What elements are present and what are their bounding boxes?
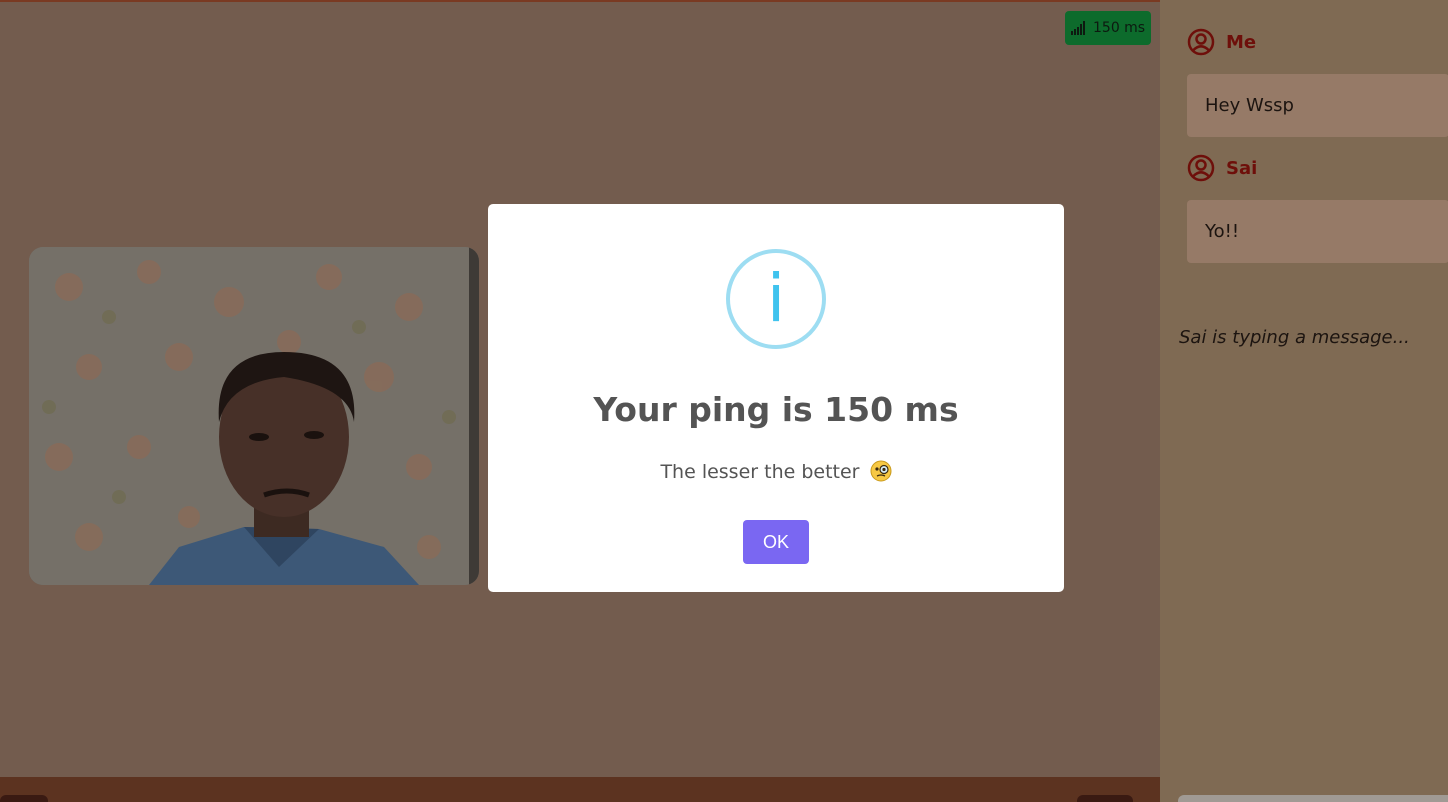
chat-message: Hey Wssp <box>1187 74 1448 137</box>
chat-message-text: Yo!! <box>1205 221 1240 242</box>
dialog-text: The lesser the better <box>488 460 1064 483</box>
chat-message-text: Hey Wssp <box>1205 95 1294 116</box>
user-circle-icon <box>1187 28 1215 56</box>
chat-sender: Sai <box>1187 154 1257 182</box>
chat-sender: Me <box>1187 28 1256 56</box>
info-icon: i <box>726 249 826 349</box>
chat-sidebar: Me Hey Wssp Sai Yo!! Sai is typing a mes… <box>1160 0 1448 802</box>
typing-indicator: Sai is typing a message... <box>1179 327 1410 348</box>
chat-sender-name: Sai <box>1226 157 1258 179</box>
webcam-image <box>29 247 479 585</box>
control-button-right[interactable] <box>1077 795 1133 802</box>
ok-button[interactable]: OK <box>743 520 809 564</box>
dialog-message: The lesser the better <box>660 461 860 483</box>
ping-badge-label: 150 ms <box>1093 20 1146 36</box>
chat-sender-name: Me <box>1226 31 1257 53</box>
user-circle-icon <box>1187 154 1215 182</box>
control-button-left[interactable] <box>0 795 48 802</box>
monocle-face-icon <box>870 460 892 482</box>
dialog-title: Your ping is 150 ms <box>593 390 959 429</box>
local-video-feed <box>29 247 479 585</box>
call-controls-bar <box>0 777 1160 802</box>
ping-badge[interactable]: 150 ms <box>1065 11 1151 45</box>
signal-bars-icon <box>1071 21 1085 35</box>
ping-dialog: i Your ping is 150 ms The lesser the bet… <box>488 204 1064 592</box>
chat-message: Yo!! <box>1187 200 1448 263</box>
chat-input[interactable] <box>1178 795 1448 802</box>
